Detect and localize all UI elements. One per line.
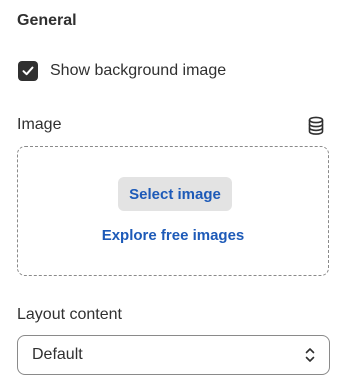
section-title: General (17, 12, 77, 29)
chevron-up-down-icon (305, 348, 315, 362)
show-background-image-checkbox[interactable]: Show background image (18, 61, 226, 81)
database-icon[interactable] (307, 116, 325, 136)
explore-free-images-label[interactable]: Explore free images (102, 227, 245, 244)
layout-content-select[interactable]: Default (17, 335, 330, 375)
checkbox-box[interactable] (18, 61, 38, 81)
checkmark-icon (22, 66, 34, 76)
checkbox-label: Show background image (50, 62, 227, 79)
layout-content-value: Default (32, 346, 83, 363)
image-label: Image (17, 116, 62, 133)
image-dropzone[interactable]: Select image Explore free images (17, 146, 329, 276)
select-image-button[interactable]: Select image (118, 177, 232, 211)
layout-content-label: Layout content (17, 306, 122, 323)
explore-free-images-link[interactable]: Explore free images (18, 227, 328, 244)
